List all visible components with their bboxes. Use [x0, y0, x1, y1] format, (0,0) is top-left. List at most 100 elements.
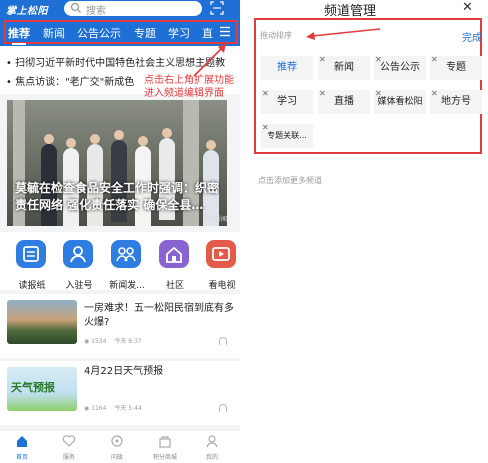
inquiry-icon: [111, 435, 123, 447]
channel-chip-announcements[interactable]: ✕ 公告公示: [374, 56, 426, 80]
hero-photo-head: [114, 130, 124, 140]
profile-icon: [206, 435, 218, 448]
hero-photo-head: [206, 140, 216, 150]
remove-icon[interactable]: ✕: [375, 90, 382, 106]
ticker-item[interactable]: • 扫彻习近平新时代中国特色社会主义思想主题教: [6, 54, 238, 69]
close-icon[interactable]: ✕: [462, 0, 473, 15]
done-button[interactable]: 完成: [462, 29, 482, 44]
channel-chip-label: 公告公示: [380, 62, 420, 73]
news-time: 今天 8:37: [114, 338, 142, 345]
hero-watermark: 松阳新闻: [203, 216, 227, 223]
nav-label: 积分商城: [152, 454, 177, 461]
annotation-line: 点击右上角扩展功能: [144, 75, 234, 86]
hero-photo-head: [90, 134, 100, 144]
channel-chip-media-songyang[interactable]: ✕ 媒体看松阳: [374, 90, 426, 114]
channel-menu-icon[interactable]: [219, 26, 231, 37]
channel-chip-label: 直播: [334, 96, 354, 107]
headphone-icon[interactable]: [219, 337, 227, 345]
channel-edit-area: 拖动排序 完成 推荐 ✕ 新闻 ✕ 公告公示 ✕ 专题 ✕ 学习 ✕ 直播 ✕ …: [254, 18, 482, 154]
service-icon: [62, 435, 76, 447]
ticker-item[interactable]: • 焦点访谈："老广交"新成色: [6, 73, 146, 88]
remove-icon[interactable]: ✕: [262, 90, 269, 106]
bottom-nav: 首页 服务 问政 积分商城 我的: [0, 430, 240, 463]
channel-tab-bar: 推荐 新闻 公告公示 专题 学习 直: [4, 20, 238, 45]
news-meta: ◉ 1534 今天 8:37: [84, 336, 142, 345]
channel-chip-label: 地方号: [441, 96, 471, 107]
press-conference-icon: [111, 240, 141, 268]
remove-icon[interactable]: ✕: [375, 56, 382, 72]
search-placeholder: 搜索: [86, 6, 106, 17]
channel-chip-study[interactable]: ✕ 学习: [261, 90, 313, 114]
hero-photo-head: [162, 128, 172, 138]
channel-chip-label: 新闻: [334, 62, 354, 73]
remove-icon[interactable]: ✕: [431, 56, 438, 72]
tab-announcements[interactable]: 公告公示: [77, 25, 121, 41]
news-views: 1164: [91, 405, 107, 412]
shortcut-label: 看电视: [208, 281, 236, 291]
remove-icon[interactable]: ✕: [319, 90, 326, 106]
channel-chip-live[interactable]: ✕ 直播: [318, 90, 370, 114]
channel-chip-local-accounts[interactable]: ✕ 地方号: [430, 90, 482, 114]
hero-news-card[interactable]: 莫毓在检查食品安全工作时强调：织密责任网络 强化责任落实 确保全县… 松阳新闻: [7, 100, 227, 226]
remove-icon[interactable]: ✕: [319, 56, 326, 72]
app-screenshot: 掌上松阳 搜索 推荐 新闻 公告公示 专题 学习 直 • 扫彻习近平新时代中国特…: [0, 0, 488, 463]
tab-recommend[interactable]: 推荐: [8, 25, 30, 45]
account-icon: [63, 240, 93, 268]
tab-topics[interactable]: 专题: [134, 25, 156, 41]
tv-icon: [206, 240, 236, 268]
hero-photo-head: [66, 138, 76, 148]
shortcut-label: 读报纸: [18, 281, 46, 291]
top-bar: 掌上松阳 搜索 推荐 新闻 公告公示 专题 学习 直: [0, 0, 240, 46]
shortcut-grid: 读报纸 入驻号 新闻发... 社区 看电视: [0, 232, 240, 291]
news-item[interactable]: 一房难求！五一松阳民宿到底有多火爆? ◉ 1534 今天 8:37: [0, 294, 240, 358]
news-views: 1534: [91, 338, 107, 345]
search-input[interactable]: 搜索: [64, 1, 202, 17]
tab-news[interactable]: 新闻: [43, 25, 65, 41]
nav-label: 服务: [62, 454, 75, 461]
news-meta: ◉ 1164 今天 5:44: [84, 403, 142, 412]
shortcut-label: 新闻发...: [109, 281, 145, 291]
channel-chip-label: 专题: [446, 62, 466, 73]
channel-chip-topic-related[interactable]: ✕ 专题关联...: [261, 124, 313, 148]
channel-chip-label: 媒体看松阳: [377, 97, 423, 107]
channel-chip-news[interactable]: ✕ 新闻: [318, 56, 370, 80]
thumbnail-text: 天气预报: [11, 381, 55, 394]
home-screen: 掌上松阳 搜索 推荐 新闻 公告公示 专题 学习 直 • 扫彻习近平新时代中国特…: [0, 0, 240, 463]
news-thumbnail: [7, 300, 77, 344]
hero-title: 莫毓在检查食品安全工作时强调：织密责任网络 强化责任落实 确保全县…: [15, 181, 220, 212]
channel-chip-label: 推荐: [277, 62, 297, 73]
annotation-text: 点击右上角扩展功能 进入频道编辑界面: [144, 74, 234, 100]
news-item[interactable]: 天气预报 4月22日天气预报 ◉ 1164 今天 5:44: [0, 361, 240, 425]
shortcut-label: 入驻号: [65, 281, 93, 291]
search-icon: [70, 2, 81, 13]
app-logo: 掌上松阳: [6, 6, 48, 17]
channel-chip-label: 专题关联...: [267, 131, 307, 140]
hero-photo-head: [138, 136, 148, 146]
tab-study[interactable]: 学习: [168, 25, 190, 41]
news-title: 4月22日天气预报: [84, 366, 164, 377]
remove-icon[interactable]: ✕: [431, 90, 438, 106]
headphone-icon[interactable]: [219, 404, 227, 412]
drag-sort-hint: 拖动排序: [260, 31, 292, 40]
nav-label: 我的: [205, 454, 218, 461]
channel-management-panel: 频道管理 ✕ 拖动排序 完成 推荐 ✕ 新闻 ✕ 公告公示 ✕ 专题 ✕ 学习: [240, 0, 488, 463]
mall-icon: [159, 436, 171, 448]
add-more-channels-hint: 点击添加更多频道: [258, 176, 322, 185]
news-thumbnail: 天气预报: [7, 367, 77, 411]
remove-icon[interactable]: ✕: [262, 124, 269, 140]
shortcut-label: 社区: [165, 281, 184, 291]
news-title: 一房难求！五一松阳民宿到底有多火爆?: [84, 303, 234, 328]
channel-chip-label: 学习: [277, 96, 297, 107]
channel-chip-topics[interactable]: ✕ 专题: [430, 56, 482, 80]
annotation-line: 进入频道编辑界面: [144, 88, 224, 99]
nav-label: 首页: [15, 454, 28, 461]
newspaper-icon: [16, 240, 46, 268]
community-icon: [159, 240, 189, 268]
nav-label: 问政: [110, 454, 123, 461]
home-icon: [17, 436, 27, 447]
scan-icon[interactable]: [210, 1, 224, 15]
news-time: 今天 5:44: [114, 405, 142, 412]
tab-live-partial[interactable]: 直: [202, 25, 213, 41]
channel-chip-recommend[interactable]: 推荐: [261, 56, 313, 80]
hero-photo-head: [44, 134, 54, 144]
